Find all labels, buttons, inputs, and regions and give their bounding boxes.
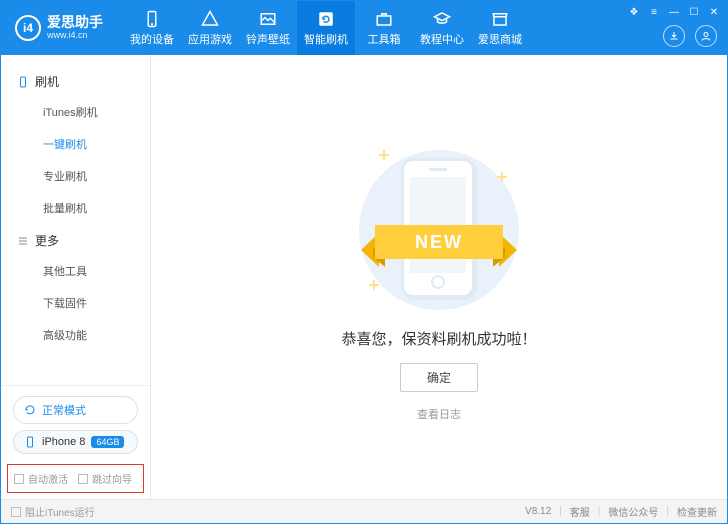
maximize-button[interactable]: ☐	[687, 5, 701, 19]
check-block-itunes[interactable]: 阻止iTunes运行	[11, 504, 95, 519]
tab-label: 工具箱	[368, 31, 401, 47]
device-capacity-badge: 64GB	[91, 436, 124, 448]
tab-ringtones-wallpapers[interactable]: 铃声壁纸	[239, 1, 297, 55]
checkbox-icon	[14, 474, 24, 484]
tab-my-device[interactable]: 我的设备	[123, 1, 181, 55]
checkbox-icon	[11, 507, 21, 517]
status-bar: 阻止iTunes运行 V8.12 | 客服 | 微信公众号 | 检查更新	[1, 499, 727, 523]
app-window: i4 爱思助手 www.i4.cn 我的设备 应用游戏 铃声壁纸 智能刷机	[0, 0, 728, 524]
flash-group-icon	[17, 76, 29, 88]
status-link-support[interactable]: 客服	[570, 504, 590, 519]
sidebar-item-onekey-flash[interactable]: 一键刷机	[1, 128, 150, 160]
mode-label: 正常模式	[42, 402, 86, 418]
check-auto-activate[interactable]: 自动激活	[14, 471, 68, 486]
group-title: 刷机	[35, 73, 59, 90]
success-illustration: NEW	[339, 132, 539, 312]
sidebar-item-other-tools[interactable]: 其他工具	[1, 255, 150, 287]
device-mode-pill[interactable]: 正常模式	[13, 396, 138, 424]
sidebar-item-download-firmware[interactable]: 下载固件	[1, 287, 150, 319]
sidebar-bottom: 正常模式 iPhone 8 64GB 自动激活 跳过向导	[1, 385, 150, 499]
tab-label: 智能刷机	[304, 31, 348, 47]
logo[interactable]: i4 爱思助手 www.i4.cn	[1, 15, 113, 41]
phone-small-icon	[24, 436, 36, 448]
check-skip-guide[interactable]: 跳过向导	[78, 471, 132, 486]
more-group-icon	[17, 235, 29, 247]
graduation-icon	[433, 10, 451, 28]
header: i4 爱思助手 www.i4.cn 我的设备 应用游戏 铃声壁纸 智能刷机	[1, 1, 727, 55]
tab-label: 教程中心	[420, 31, 464, 47]
minimize-button[interactable]: —	[667, 5, 681, 19]
sidebar: 刷机 iTunes刷机 一键刷机 专业刷机 批量刷机 更多 其他工具 下载固件 …	[1, 55, 151, 499]
sidebar-item-pro-flash[interactable]: 专业刷机	[1, 160, 150, 192]
sidebar-group-more[interactable]: 更多	[1, 224, 150, 255]
sidebar-group-flash[interactable]: 刷机	[1, 65, 150, 96]
status-link-update[interactable]: 检查更新	[677, 504, 717, 519]
checkbox-icon	[78, 474, 88, 484]
view-log-link[interactable]: 查看日志	[417, 406, 461, 422]
tab-label: 我的设备	[130, 31, 174, 47]
apps-icon	[201, 10, 219, 28]
settings-icon[interactable]: ❖	[627, 5, 641, 19]
tab-store[interactable]: 爱思商城	[471, 1, 529, 55]
logo-icon: i4	[15, 15, 41, 41]
group-title: 更多	[35, 232, 59, 249]
menu-icon[interactable]: ≡	[647, 5, 661, 19]
sidebar-nav: 刷机 iTunes刷机 一键刷机 专业刷机 批量刷机 更多 其他工具 下载固件 …	[1, 55, 150, 385]
sidebar-item-advanced[interactable]: 高级功能	[1, 319, 150, 351]
new-banner: NEW	[375, 225, 503, 259]
status-link-wechat[interactable]: 微信公众号	[608, 504, 658, 519]
refresh-icon	[317, 10, 335, 28]
download-manager-button[interactable]	[663, 25, 685, 47]
success-message: 恭喜您，保资料刷机成功啦！	[341, 328, 536, 349]
body: 刷机 iTunes刷机 一键刷机 专业刷机 批量刷机 更多 其他工具 下载固件 …	[1, 55, 727, 499]
tab-toolbox[interactable]: 工具箱	[355, 1, 413, 55]
toolbox-icon	[375, 10, 393, 28]
refresh-mode-icon	[24, 404, 36, 416]
sidebar-item-batch-flash[interactable]: 批量刷机	[1, 192, 150, 224]
account-button[interactable]	[695, 25, 717, 47]
header-tabs: 我的设备 应用游戏 铃声壁纸 智能刷机 工具箱 教程中心	[123, 1, 529, 55]
window-controls: ❖ ≡ — ☐ ✕	[627, 5, 721, 19]
tab-label: 爱思商城	[478, 31, 522, 47]
tab-smart-flash[interactable]: 智能刷机	[297, 1, 355, 55]
sidebar-flash-options: 自动激活 跳过向导	[7, 464, 144, 493]
tab-tutorials[interactable]: 教程中心	[413, 1, 471, 55]
device-icon	[143, 10, 161, 28]
close-button[interactable]: ✕	[707, 5, 721, 19]
tab-label: 铃声壁纸	[246, 31, 290, 47]
tab-label: 应用游戏	[188, 31, 232, 47]
store-icon	[491, 10, 509, 28]
app-url: www.i4.cn	[47, 31, 103, 41]
sidebar-item-itunes-flash[interactable]: iTunes刷机	[1, 96, 150, 128]
device-name: iPhone 8	[42, 436, 85, 448]
app-title: 爱思助手	[47, 15, 103, 30]
ok-button[interactable]: 确定	[400, 363, 478, 392]
picture-icon	[259, 10, 277, 28]
tab-apps-games[interactable]: 应用游戏	[181, 1, 239, 55]
version-label: V8.12	[525, 506, 551, 517]
main-content: NEW 恭喜您，保资料刷机成功啦！ 确定 查看日志	[151, 55, 727, 499]
device-pill[interactable]: iPhone 8 64GB	[13, 430, 138, 454]
header-right-buttons	[663, 25, 717, 47]
